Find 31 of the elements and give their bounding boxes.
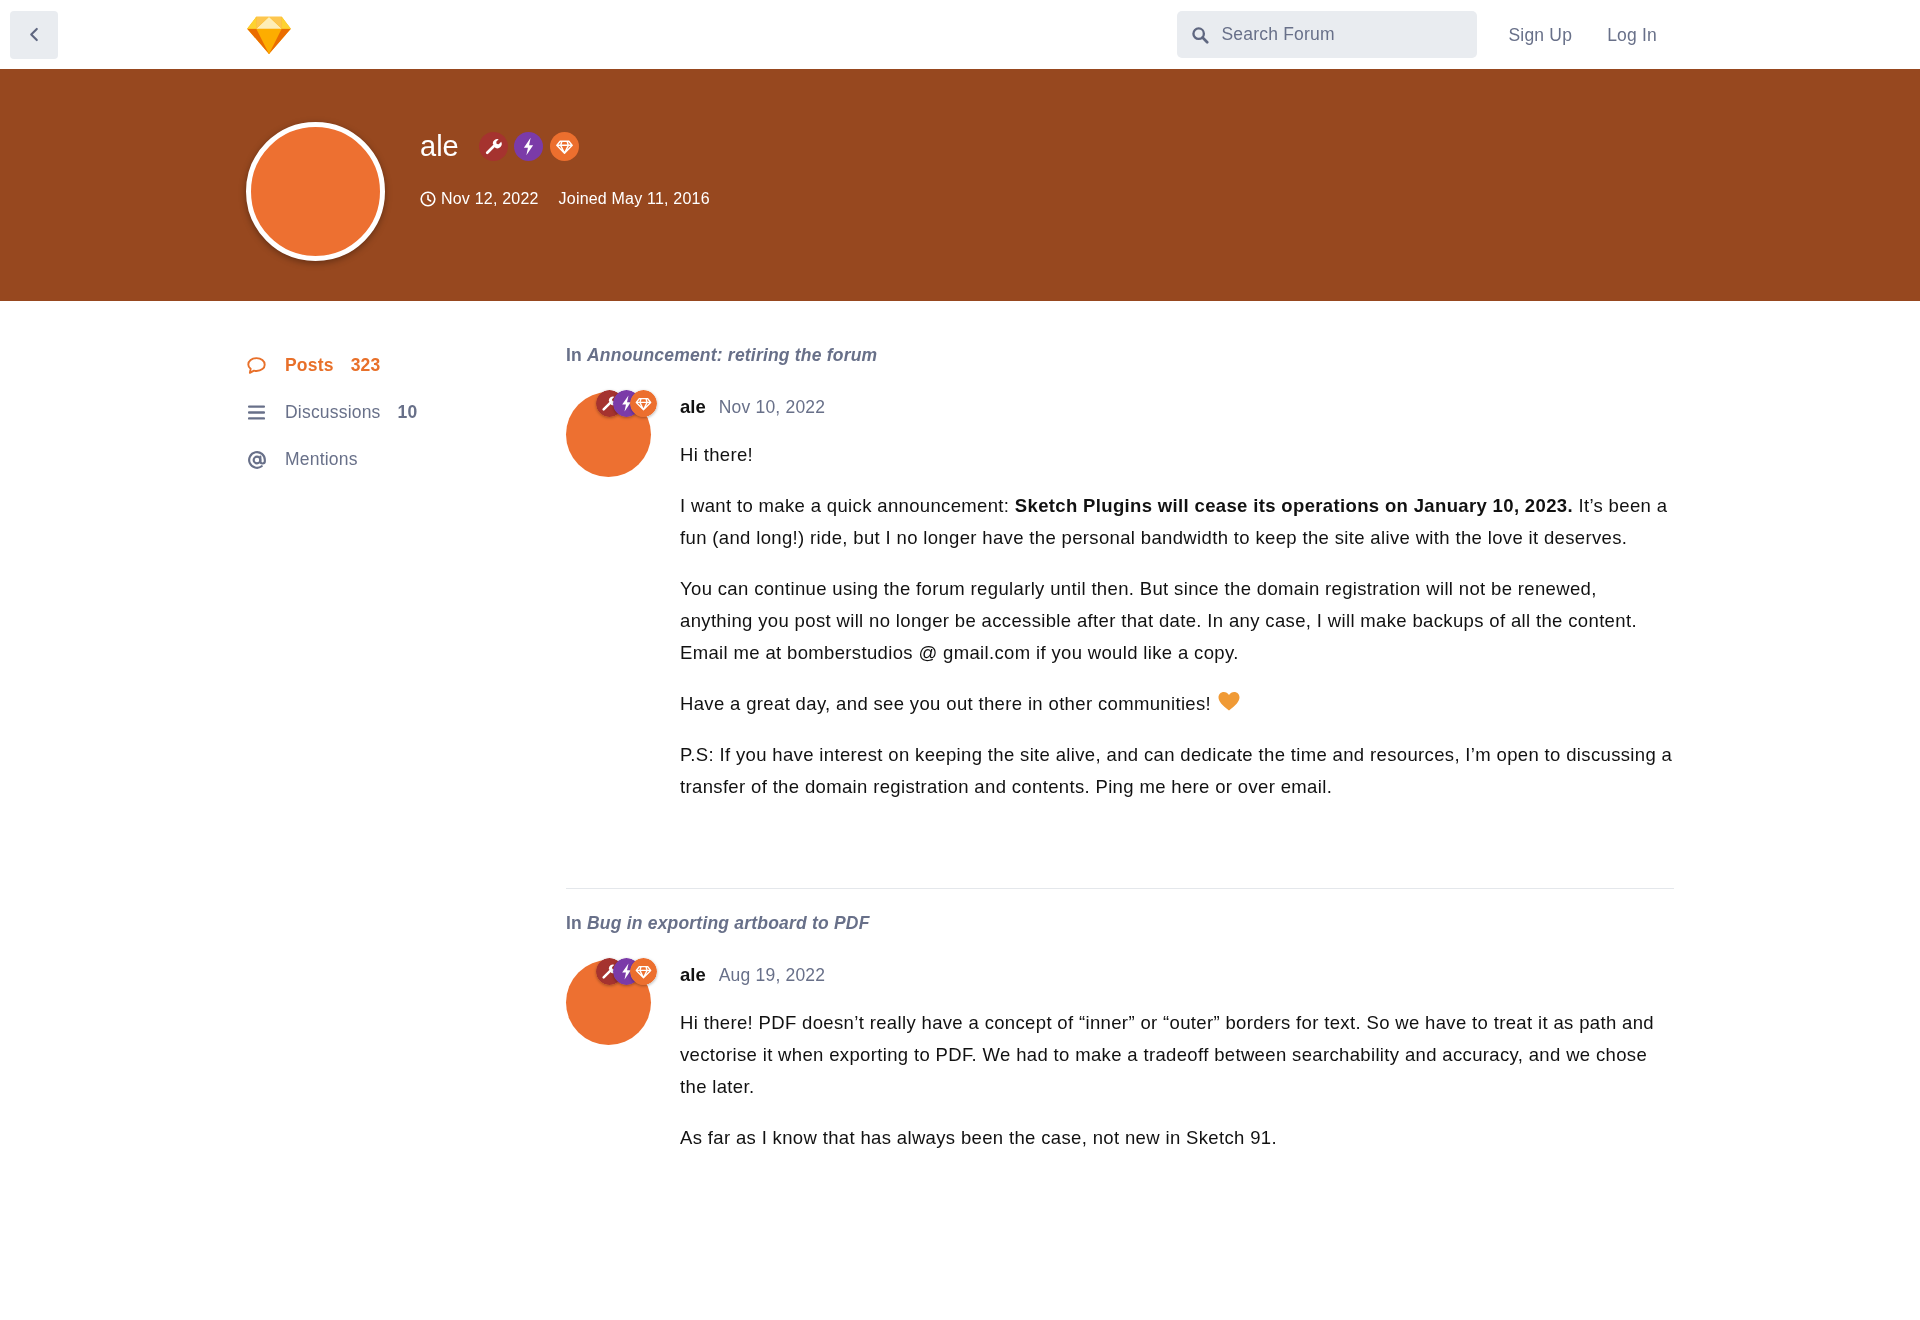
post-date: Nov 10, 2022 <box>718 396 826 419</box>
at-sign-icon <box>246 449 267 470</box>
post-paragraph: P.S: If you have interest on keeping the site alive, and can dedicate the time and resources, I’m open to discussing a transfer of the domain registration and contents. Ping me here or over email. <box>680 743 1674 799</box>
author-name[interactable]: ale <box>680 394 706 420</box>
username: ale <box>420 129 459 164</box>
sidebar-tab[interactable]: Discussions 10 <box>246 389 418 436</box>
speech-bubble-icon <box>246 356 267 375</box>
post-paragraph: You can continue using the forum regularly until then. But since the domain registration will not be renewed, anything you post will no longer be accessible after that date. In any case, I will make backups of all the content. Email me at bomberstudios @ gmail.com if you would like a copy. <box>680 577 1638 665</box>
chevron-left-icon <box>28 27 40 42</box>
author-name[interactable]: ale <box>680 962 706 988</box>
search-field[interactable]: Search Forum <box>1177 11 1478 58</box>
nav-link[interactable]: Log In <box>1607 22 1657 47</box>
post-paragraph: Hi there! PDF doesn’t really have a concept of “inner” or “outer” borders for text. So we have to treat it as path and vectorise it when exporting to PDF. We had to make a tradeoff between searchability and accuracy, and we chose the later. <box>680 1011 1655 1099</box>
discussion-context: In Announcement: retiring the forum <box>566 344 879 367</box>
list-icon <box>247 404 266 421</box>
last-seen-date: Nov 12, 2022 <box>441 189 539 209</box>
back-button[interactable] <box>10 10 58 59</box>
nav-link[interactable]: Sign Up <box>1508 22 1573 47</box>
clock-icon <box>420 191 436 207</box>
post-paragraph: As far as I know that has always been the case, not new in Sketch 91. <box>680 1126 1278 1150</box>
sidebar-tab[interactable]: Posts 323 <box>246 342 381 389</box>
post-date: Aug 19, 2022 <box>718 964 826 987</box>
post-paragraph: I want to make a quick announcement: Sketch Plugins will cease its operations on January 10, 2023. It’s been a fun (and long!) ride, but I no longer have the personal bandwidth to keep the site alive with the love it deserves. <box>680 494 1669 550</box>
diamond-logo-icon[interactable] <box>247 14 291 55</box>
post-paragraph: Have a great day, and see you out there in other communities! <box>680 693 1212 714</box>
search-icon <box>1191 25 1210 44</box>
joined-date: Joined May 11, 2016 <box>558 189 710 209</box>
post-paragraph: Hi there! <box>680 443 755 467</box>
heart-icon <box>1217 689 1242 713</box>
sidebar-tab[interactable]: Mentions <box>246 436 358 483</box>
discussion-context: In Bug in exporting artboard to PDF <box>566 912 871 935</box>
